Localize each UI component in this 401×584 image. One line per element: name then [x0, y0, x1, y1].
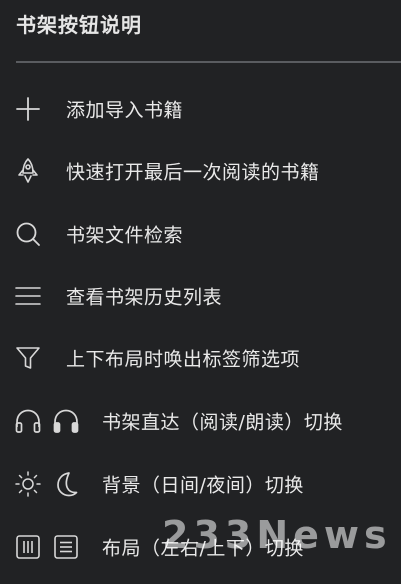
help-item-read-listen-toggle: 书架直达（阅读/朗读）切换: [0, 396, 401, 446]
help-item-label: 书架直达（阅读/朗读）切换: [102, 411, 343, 434]
headphones-outline-icon: [14, 407, 42, 435]
sun-icon: [14, 470, 42, 498]
rocket-icon: [14, 157, 42, 185]
bookshelf-help-panel: 书架按钮说明 添加导入书籍 快速打开最后一次阅读的书籍 书架文件检索 查看书架历…: [0, 0, 401, 584]
help-item-label: 布局（左右/上下）切换: [102, 537, 304, 560]
title-divider: [16, 61, 401, 63]
search-icon: [14, 220, 42, 248]
help-item-label: 添加导入书籍: [66, 99, 184, 122]
plus-icon: [14, 95, 42, 123]
help-item-label: 查看书架历史列表: [66, 286, 223, 309]
columns-layout-icon: [14, 533, 42, 561]
help-item-quick-open: 快速打开最后一次阅读的书籍: [0, 146, 401, 196]
headphones-filled-icon: [52, 407, 80, 435]
help-item-label: 背景（日间/夜间）切换: [102, 474, 304, 497]
panel-title: 书架按钮说明: [16, 13, 142, 37]
help-item-layout-toggle: 布局（左右/上下）切换: [0, 522, 401, 572]
help-item-history: 查看书架历史列表: [0, 271, 401, 321]
help-item-label: 上下布局时唤出标签筛选项: [66, 348, 301, 371]
help-item-day-night-toggle: 背景（日间/夜间）切换: [0, 459, 401, 509]
rows-layout-icon: [52, 533, 80, 561]
help-item-search: 书架文件检索: [0, 209, 401, 259]
help-item-filter: 上下布局时唤出标签筛选项: [0, 333, 401, 383]
help-item-add-books: 添加导入书籍: [0, 84, 401, 134]
menu-lines-icon: [14, 282, 42, 310]
help-item-label: 快速打开最后一次阅读的书籍: [66, 161, 320, 184]
help-item-label: 书架文件检索: [66, 224, 184, 247]
filter-icon: [14, 344, 42, 372]
moon-icon: [52, 470, 80, 498]
